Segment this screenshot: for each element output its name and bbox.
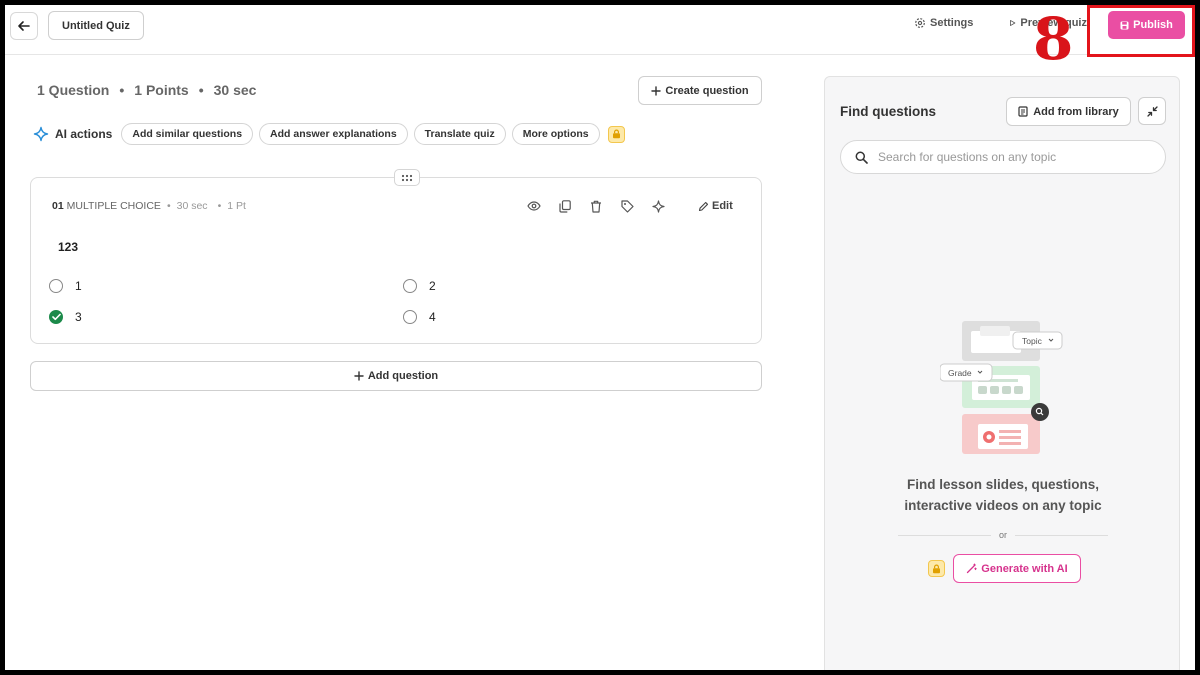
- find-questions-panel: Find questions Add from library Search f…: [824, 76, 1180, 670]
- points-count: 1 Points: [134, 82, 189, 98]
- ai-actions-label: AI actions: [55, 127, 113, 141]
- grip-icon: [401, 174, 413, 181]
- radio-button[interactable]: [49, 279, 63, 293]
- highlight-box: [1087, 5, 1195, 57]
- more-options-chip[interactable]: More options: [511, 123, 600, 145]
- edit-label: Edit: [712, 200, 733, 212]
- app-window: Untitled Quiz Settings Preview quiz Publ…: [5, 5, 1195, 670]
- empty-state-text: Find lesson slides, questions, interacti…: [825, 474, 1181, 516]
- option-label: 3: [75, 310, 82, 324]
- search-input[interactable]: [878, 150, 1148, 164]
- question-type: MULTIPLE CHOICE: [66, 200, 161, 212]
- top-bar: Untitled Quiz Settings Preview quiz Publ…: [5, 5, 1195, 69]
- gear-icon: [915, 18, 925, 28]
- illus-grade-tag: Grade: [948, 368, 972, 378]
- illus-topic-tag: Topic: [1022, 336, 1043, 346]
- answer-option[interactable]: 4: [403, 310, 436, 324]
- create-question-button[interactable]: Create question: [638, 76, 762, 105]
- trash-icon[interactable]: [587, 197, 605, 215]
- sparkle-icon: [33, 126, 49, 142]
- lock-icon: [607, 125, 625, 143]
- create-question-label: Create question: [665, 84, 749, 97]
- question-toolbar: Edit: [525, 197, 733, 215]
- question-card[interactable]: 01 MULTIPLE CHOICE • 30 sec • 1 Pt Edit …: [30, 169, 762, 344]
- ai-actions-row: AI actions Add similar questions Add ans…: [33, 122, 625, 146]
- lock-icon: [928, 560, 945, 577]
- plus-icon: [651, 85, 662, 96]
- question-points: 1 Pt: [227, 200, 246, 212]
- stats-separator: •: [198, 82, 204, 98]
- generate-row: Generate with AI: [926, 554, 1081, 583]
- arrow-left-icon: [18, 21, 30, 31]
- question-number: 01: [52, 200, 64, 212]
- total-time: 30 sec: [213, 82, 257, 98]
- option-label: 1: [75, 279, 82, 293]
- answer-option[interactable]: 1: [49, 279, 82, 293]
- quiz-title-button[interactable]: Untitled Quiz: [48, 11, 144, 40]
- settings-label: Settings: [930, 17, 974, 29]
- or-label: or: [999, 530, 1008, 540]
- back-button[interactable]: [10, 12, 38, 40]
- search-box[interactable]: [840, 140, 1166, 174]
- library-icon: [1018, 106, 1028, 117]
- drag-handle[interactable]: [394, 169, 420, 186]
- or-divider: or: [898, 528, 1109, 542]
- magic-wand-icon: [967, 563, 978, 574]
- option-label: 4: [429, 310, 436, 324]
- answer-option-correct[interactable]: 3: [49, 310, 82, 324]
- find-questions-illustration: Topic Grade: [939, 321, 1070, 461]
- eye-icon[interactable]: [525, 197, 543, 215]
- divider-line: [898, 534, 991, 536]
- radio-button[interactable]: [403, 310, 417, 324]
- question-text: 123: [58, 240, 79, 254]
- add-question-button[interactable]: Add question: [30, 361, 762, 391]
- sparkle-icon[interactable]: [649, 197, 667, 215]
- add-question-label: Add question: [367, 370, 439, 382]
- add-from-library-button[interactable]: Add from library: [1006, 97, 1131, 126]
- tag-icon[interactable]: [618, 197, 636, 215]
- question-count: 1 Question: [37, 82, 110, 98]
- question-time: 30 sec: [176, 200, 208, 212]
- option-label: 2: [429, 279, 436, 293]
- play-icon: [1010, 20, 1016, 26]
- quiz-stats: 1 Question • 1 Points • 30 sec: [37, 82, 256, 98]
- plus-icon: [354, 371, 364, 381]
- settings-button[interactable]: Settings: [914, 17, 973, 29]
- edit-button[interactable]: Edit: [698, 200, 733, 212]
- generate-with-ai-label: Generate with AI: [981, 562, 1068, 575]
- question-meta: 01 MULTIPLE CHOICE • 30 sec • 1 Pt: [52, 200, 246, 212]
- pencil-icon: [698, 201, 709, 211]
- answer-option[interactable]: 2: [403, 279, 436, 293]
- search-icon: [855, 151, 868, 164]
- step-number: 8: [1033, 5, 1074, 73]
- meta-separator: •: [217, 200, 222, 212]
- translate-quiz-chip[interactable]: Translate quiz: [413, 123, 506, 145]
- collapse-icon: [1146, 105, 1158, 117]
- empty-state-line-2: interactive videos on any topic: [904, 498, 1102, 513]
- check-circle-icon[interactable]: [49, 310, 63, 324]
- radio-button[interactable]: [403, 279, 417, 293]
- panel-title: Find questions: [840, 104, 936, 119]
- meta-separator: •: [166, 200, 171, 212]
- add-similar-questions-chip[interactable]: Add similar questions: [121, 123, 254, 145]
- generate-with-ai-button[interactable]: Generate with AI: [953, 554, 1081, 583]
- duplicate-icon[interactable]: [556, 197, 574, 215]
- collapse-button[interactable]: [1138, 97, 1166, 125]
- empty-state-line-1: Find lesson slides, questions,: [906, 477, 1100, 492]
- add-answer-explanations-chip[interactable]: Add answer explanations: [259, 123, 408, 145]
- stats-separator: •: [119, 82, 125, 98]
- divider-line: [1015, 534, 1109, 536]
- add-from-library-label: Add from library: [1033, 105, 1119, 118]
